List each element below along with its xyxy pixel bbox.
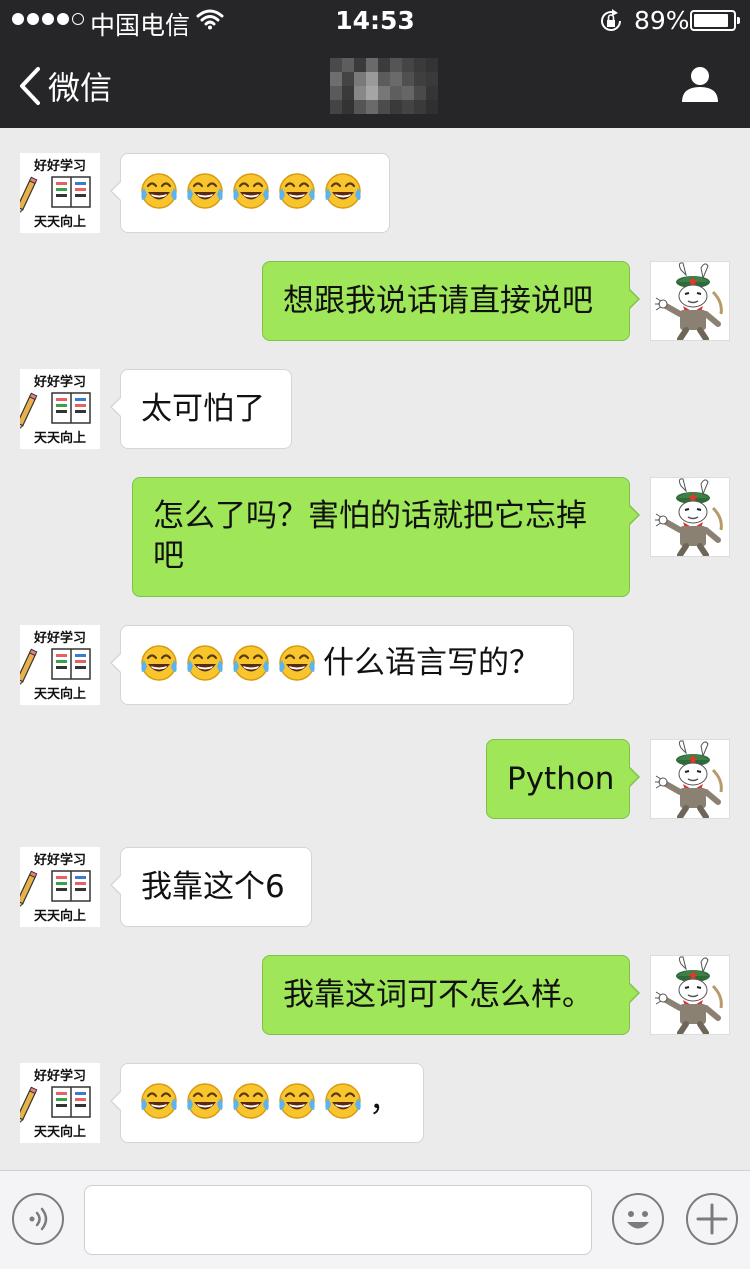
avatar-caption: 天天向上 [33, 909, 86, 924]
outgoing-message-bubble[interactable]: 想跟我说话请直接说吧 [262, 261, 640, 341]
joy-emoji-icon [231, 1081, 271, 1121]
voice-icon [29, 1207, 48, 1231]
emoji-sequence [139, 171, 371, 211]
my-avatar[interactable] [650, 739, 730, 819]
message-input-bar [0, 1170, 750, 1269]
message-text: 怎么了吗？害怕的话就把它忘掉 [153, 498, 587, 534]
incoming-message-bubble[interactable]: 我靠这个6 [110, 847, 312, 927]
blurred-contact-name [330, 58, 438, 114]
contact-avatar[interactable]: 好好学习 天天向上 [20, 847, 100, 927]
emoji-sequence: ， [139, 1081, 405, 1121]
contact-avatar[interactable]: 好好学习 天天向上 [20, 625, 100, 705]
joy-emoji-icon [185, 1081, 225, 1121]
message-text: ， [369, 1083, 400, 1119]
incoming-message-bubble[interactable] [110, 153, 390, 233]
message-text: 太可怕了 [141, 391, 265, 427]
back-label: 微信 [48, 69, 113, 107]
smiley-icon [627, 1211, 649, 1229]
rabbit-avatar-icon [651, 956, 730, 1035]
message-text: 什么语言写的？ [323, 645, 540, 681]
incoming-message-bubble[interactable]: 太可怕了 [110, 369, 292, 449]
contact-avatar[interactable]: 好好学习 天天向上 [20, 153, 100, 233]
outgoing-message-bubble[interactable]: Python [486, 739, 640, 819]
avatar-caption: 天天向上 [33, 1125, 86, 1140]
joy-emoji-icon [323, 171, 363, 211]
status-bar: 中国电信 14:53 89% [0, 0, 750, 40]
avatar-caption: 好好学习 [33, 159, 86, 174]
message-list[interactable]: 好好学习 天天向上 想跟我说话请直接说吧 好好学习 天天向上 太可怕了 怎么了吗… [0, 128, 750, 1170]
avatar-caption: 好好学习 [33, 375, 86, 390]
avatar-caption: 好好学习 [33, 853, 86, 868]
joy-emoji-icon [139, 643, 179, 683]
message-text: 想跟我说话请直接说吧 [283, 283, 593, 319]
joy-emoji-icon [231, 643, 271, 683]
battery-percent: 89% [634, 6, 690, 35]
avatar-caption: 好好学习 [33, 631, 86, 646]
chat-info-button[interactable] [680, 64, 720, 108]
contact-avatar[interactable]: 好好学习 天天向上 [20, 1063, 100, 1143]
message-text-input[interactable] [84, 1185, 592, 1255]
incoming-message-bubble[interactable]: ， [110, 1063, 424, 1143]
message-text: 我靠这词可不怎么样。 [283, 977, 593, 1013]
avatar-caption: 好好学习 [33, 1069, 86, 1084]
plus-icon [696, 1203, 728, 1235]
outgoing-message-bubble[interactable]: 怎么了吗？害怕的话就把它忘掉 吧 [132, 477, 640, 597]
joy-emoji-icon [185, 171, 225, 211]
message-text: Python [507, 761, 615, 797]
emoji-picker-button[interactable] [612, 1193, 664, 1245]
avatar-caption: 天天向上 [33, 431, 86, 446]
avatar-caption: 天天向上 [33, 687, 86, 702]
chevron-left-icon [20, 67, 40, 105]
my-avatar[interactable] [650, 955, 730, 1035]
person-icon [682, 67, 718, 102]
joy-emoji-icon [277, 643, 317, 683]
joy-emoji-icon [139, 171, 179, 211]
rabbit-avatar-icon [651, 478, 730, 557]
my-avatar[interactable] [650, 477, 730, 557]
incoming-message-bubble[interactable]: 什么语言写的？ [110, 625, 574, 705]
emoji-sequence: 什么语言写的？ [139, 643, 555, 683]
outgoing-message-bubble[interactable]: 我靠这词可不怎么样。 [262, 955, 640, 1035]
joy-emoji-icon [277, 1081, 317, 1121]
my-avatar[interactable] [650, 261, 730, 341]
contact-avatar[interactable]: 好好学习 天天向上 [20, 369, 100, 449]
rabbit-avatar-icon [651, 740, 730, 819]
joy-emoji-icon [277, 171, 317, 211]
back-button[interactable]: 微信 [18, 64, 112, 108]
avatar-caption: 天天向上 [33, 215, 86, 230]
more-options-button[interactable] [686, 1193, 738, 1245]
joy-emoji-icon [185, 643, 225, 683]
message-text: 我靠这个6 [141, 869, 285, 905]
battery-icon [690, 10, 740, 31]
rabbit-avatar-icon [651, 262, 730, 341]
chat-header: 微信 [0, 40, 750, 128]
rotation-lock-icon [598, 9, 624, 37]
voice-input-button[interactable] [12, 1193, 64, 1245]
joy-emoji-icon [323, 1081, 363, 1121]
joy-emoji-icon [139, 1081, 179, 1121]
message-text: 吧 [153, 538, 184, 574]
joy-emoji-icon [231, 171, 271, 211]
